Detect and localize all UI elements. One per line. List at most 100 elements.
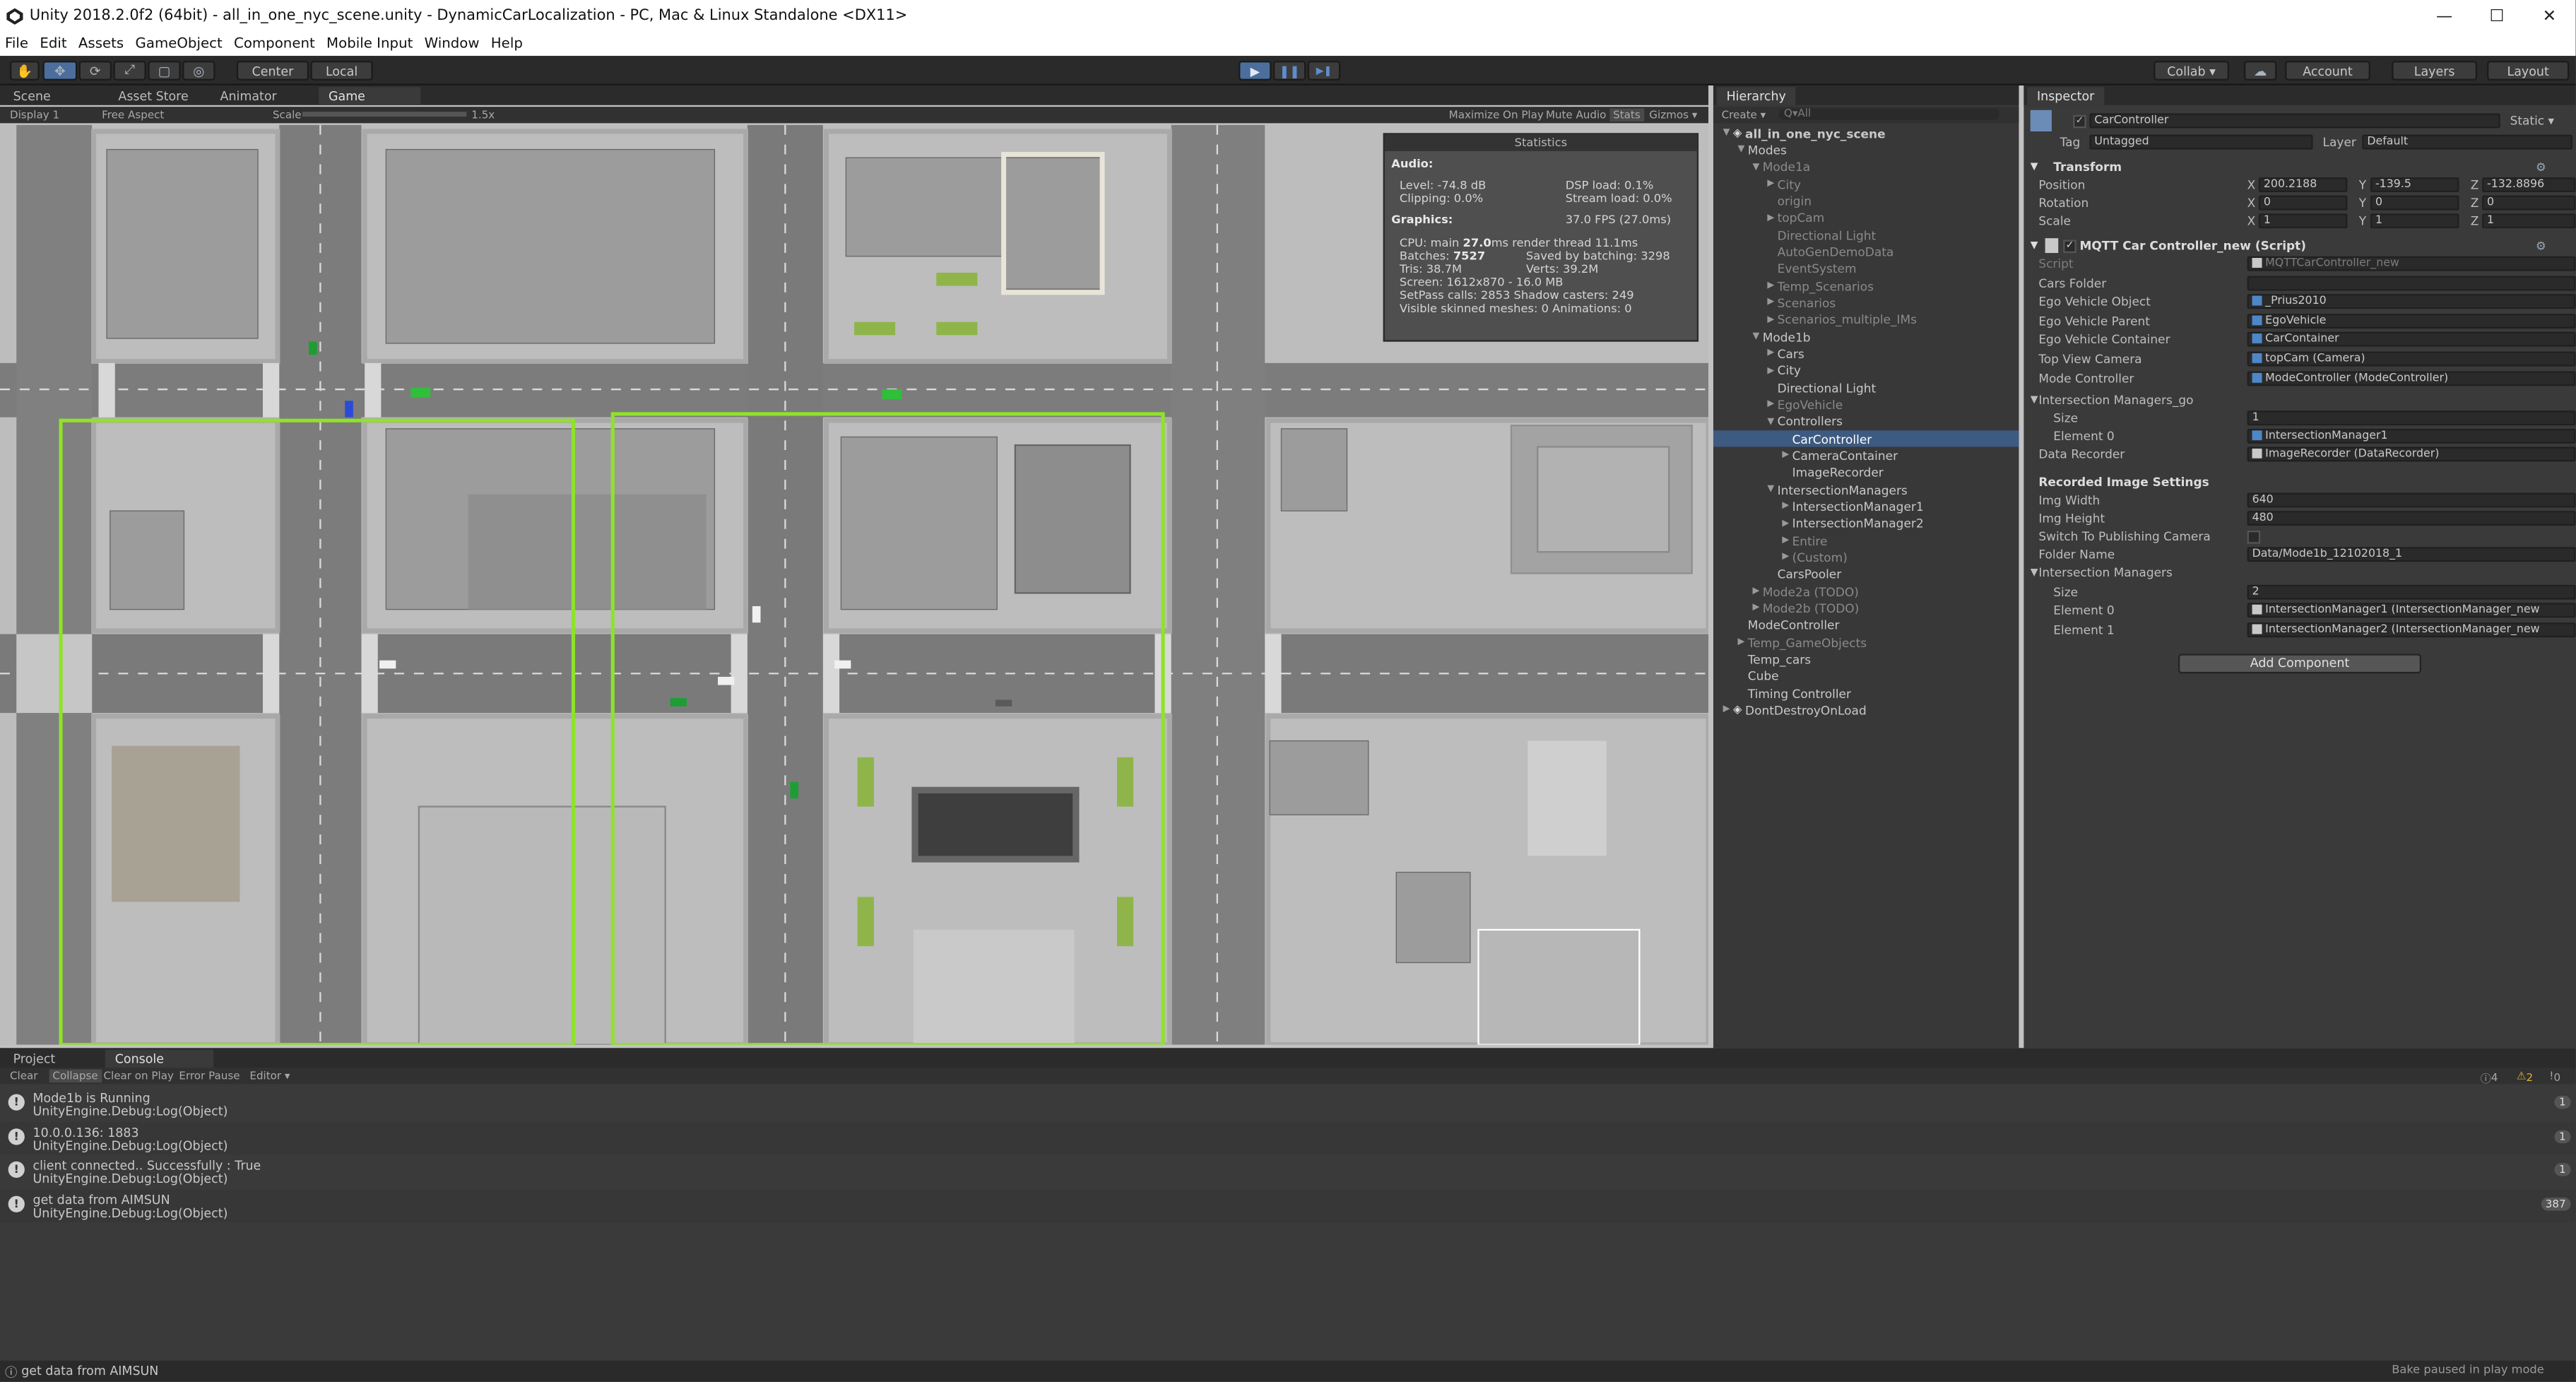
hierarchy-item[interactable]: ▶ Mode2b (TODO) bbox=[1713, 600, 2019, 617]
scale-tool-button[interactable]: ⤢ bbox=[113, 61, 146, 81]
maximize-on-play-toggle[interactable]: Maximize On Play bbox=[1449, 108, 1544, 122]
hierarchy-item[interactable]: ▶ CameraContainer bbox=[1713, 447, 2019, 464]
script-field-value[interactable]: MQTTCarController_new bbox=[2247, 256, 2576, 271]
account-dropdown[interactable]: Account bbox=[2285, 61, 2370, 81]
hierarchy-item[interactable]: ▼ Controllers bbox=[1713, 413, 2019, 430]
stats-toggle[interactable]: Stats bbox=[1609, 108, 1644, 122]
hierarchy-item[interactable]: ▶ City bbox=[1713, 176, 2019, 193]
editor-dropdown[interactable]: Editor ▾ bbox=[249, 1070, 290, 1083]
minimize-button[interactable]: — bbox=[2418, 0, 2470, 33]
tab-game[interactable]: Game bbox=[319, 87, 421, 105]
static-toggle[interactable]: Static ▾ bbox=[2510, 113, 2554, 128]
hierarchy-item[interactable]: CarController bbox=[1713, 430, 2019, 447]
script-field-value[interactable] bbox=[2247, 275, 2576, 290]
tag-dropdown[interactable]: Untagged bbox=[2089, 134, 2313, 150]
console-entry[interactable]: ! Mode1b is Running UnityEngine.Debug:Log(… bbox=[0, 1087, 2576, 1121]
collapsed-arrow-icon[interactable]: ▶ bbox=[1779, 553, 1792, 562]
menu-component[interactable]: Component bbox=[234, 36, 315, 52]
status-message[interactable]: get data from AIMSUN bbox=[21, 1364, 158, 1378]
transform-header[interactable]: ▼ Transform ⚙ bbox=[2023, 158, 2575, 176]
hierarchy-item[interactable]: Temp_cars bbox=[1713, 651, 2019, 668]
im-element1-field[interactable]: IntersectionManager2 (IntersectionManage… bbox=[2247, 622, 2576, 638]
step-button[interactable]: ▶❚ bbox=[1307, 61, 1341, 81]
collapse-toggle[interactable]: Collapse bbox=[49, 1069, 102, 1083]
collapsed-arrow-icon[interactable]: ▶ bbox=[1764, 179, 1778, 189]
object-name-field[interactable]: CarController bbox=[2089, 113, 2500, 129]
hierarchy-item[interactable]: ▶ Scenarios bbox=[1713, 295, 2019, 312]
hierarchy-item[interactable]: ▶ Temp_GameObjects bbox=[1713, 634, 2019, 651]
rotation-y-field[interactable]: 0 bbox=[2370, 195, 2459, 211]
info-filter[interactable]: ⓘ 4 bbox=[2481, 1070, 2498, 1086]
hierarchy-item[interactable]: ▶ EgoVehicle bbox=[1713, 396, 2019, 413]
hierarchy-item[interactable]: ModeController bbox=[1713, 617, 2019, 634]
expanded-arrow-icon[interactable]: ▼ bbox=[1720, 129, 1733, 138]
folder-name-field[interactable]: Data/Mode1b_12102018_1 bbox=[2247, 547, 2576, 562]
hierarchy-item[interactable]: ▶ Entire bbox=[1713, 532, 2019, 549]
rotation-z-field[interactable]: 0 bbox=[2482, 195, 2576, 211]
im-size-field[interactable]: 2 bbox=[2247, 584, 2576, 600]
expanded-arrow-icon[interactable]: ▼ bbox=[1764, 417, 1778, 427]
position-y-field[interactable]: -139.5 bbox=[2370, 177, 2459, 193]
hierarchy-item[interactable]: CarsPooler bbox=[1713, 566, 2019, 583]
hierarchy-item[interactable]: ▼ Modes bbox=[1713, 142, 2019, 159]
pause-button[interactable]: ❚❚ bbox=[1272, 61, 1306, 81]
switch-camera-checkbox[interactable] bbox=[2247, 530, 2261, 544]
menu-assets[interactable]: Assets bbox=[78, 36, 124, 52]
script-field-value[interactable]: _Prius2010 bbox=[2247, 294, 2576, 309]
hierarchy-item[interactable]: ▶ Scenarios_multiple_IMs bbox=[1713, 312, 2019, 329]
tab-asset-store[interactable]: Asset Store bbox=[108, 87, 198, 105]
collapsed-arrow-icon[interactable]: ▶ bbox=[1735, 637, 1748, 647]
hierarchy-item[interactable]: ▼ Mode1b bbox=[1713, 329, 2019, 346]
scale-slider[interactable] bbox=[302, 112, 467, 117]
expanded-arrow-icon[interactable]: ▼ bbox=[1749, 163, 1763, 172]
collapsed-arrow-icon[interactable]: ▶ bbox=[1779, 451, 1792, 461]
collapsed-arrow-icon[interactable]: ▶ bbox=[1764, 315, 1778, 325]
collapsed-arrow-icon[interactable]: ▶ bbox=[1764, 298, 1778, 308]
rotate-tool-button[interactable]: ⟳ bbox=[78, 61, 112, 81]
menu-mobile-input[interactable]: Mobile Input bbox=[326, 36, 413, 52]
script-field-value[interactable]: EgoVehicle bbox=[2247, 313, 2576, 329]
hierarchy-item[interactable]: ▶ topCam bbox=[1713, 210, 2019, 227]
rotation-x-field[interactable]: 0 bbox=[2258, 195, 2348, 211]
collapsed-arrow-icon[interactable]: ▶ bbox=[1749, 603, 1763, 613]
layer-dropdown[interactable]: Default bbox=[2362, 134, 2572, 150]
im-foldout[interactable]: ▼ Intersection Managers bbox=[2023, 563, 2575, 581]
hierarchy-item[interactable]: ▶ Temp_Scenarios bbox=[1713, 278, 2019, 295]
im-go-size-field[interactable]: 1 bbox=[2247, 411, 2576, 426]
tab-project[interactable]: Project bbox=[4, 1050, 66, 1068]
layers-dropdown[interactable]: Layers bbox=[2392, 61, 2478, 81]
hierarchy-item[interactable]: ▶ IntersectionManager2 bbox=[1713, 515, 2019, 532]
hierarchy-item[interactable]: ▶ IntersectionManager1 bbox=[1713, 498, 2019, 515]
menu-help[interactable]: Help bbox=[491, 36, 523, 52]
transform-tool-button[interactable]: ◎ bbox=[182, 61, 215, 81]
img-height-field[interactable]: 480 bbox=[2247, 511, 2576, 526]
img-width-field[interactable]: 640 bbox=[2247, 492, 2576, 508]
im-go-element-field[interactable]: IntersectionManager1 bbox=[2247, 428, 2576, 444]
collapsed-arrow-icon[interactable]: ▶ bbox=[1764, 400, 1778, 410]
hierarchy-item[interactable]: ▶ Cars bbox=[1713, 346, 2019, 362]
im-element0-field[interactable]: IntersectionManager1 (IntersectionManage… bbox=[2247, 603, 2576, 618]
tab-scene[interactable]: Scene bbox=[4, 87, 61, 105]
scale-y-field[interactable]: 1 bbox=[2370, 213, 2459, 229]
hierarchy-item[interactable]: Directional Light bbox=[1713, 227, 2019, 244]
hierarchy-item[interactable]: ▶ Mode2a (TODO) bbox=[1713, 583, 2019, 600]
clear-button[interactable]: Clear bbox=[10, 1070, 38, 1083]
hierarchy-item[interactable]: ▼ Mode1a bbox=[1713, 159, 2019, 176]
hand-tool-button[interactable]: ✋ bbox=[9, 61, 40, 81]
move-tool-button[interactable]: ✥ bbox=[42, 61, 78, 81]
collapsed-arrow-icon[interactable]: ▶ bbox=[1779, 519, 1792, 528]
hierarchy-item[interactable]: ▼ IntersectionManagers bbox=[1713, 481, 2019, 498]
menu-gameobject[interactable]: GameObject bbox=[136, 36, 223, 52]
pivot-local-button[interactable]: Local bbox=[310, 61, 373, 81]
menu-file[interactable]: File bbox=[5, 36, 28, 52]
mute-audio-toggle[interactable]: Mute Audio bbox=[1546, 108, 1607, 122]
active-checkbox[interactable]: ✓ bbox=[2073, 114, 2086, 129]
warning-filter[interactable]: ⚠ 2 bbox=[2517, 1070, 2533, 1085]
gizmos-dropdown[interactable]: Gizmos ▾ bbox=[1649, 108, 1697, 122]
scale-z-field[interactable]: 1 bbox=[2482, 213, 2576, 229]
aspect-dropdown[interactable]: Free Aspect bbox=[102, 108, 164, 122]
collapsed-arrow-icon[interactable]: ▶ bbox=[1764, 213, 1778, 223]
expanded-arrow-icon[interactable]: ▼ bbox=[1749, 332, 1763, 342]
console-entry[interactable]: ! get data from AIMSUN UnityEngine.Debug:L… bbox=[0, 1188, 2576, 1222]
cloud-button[interactable]: ☁ bbox=[2243, 61, 2277, 81]
